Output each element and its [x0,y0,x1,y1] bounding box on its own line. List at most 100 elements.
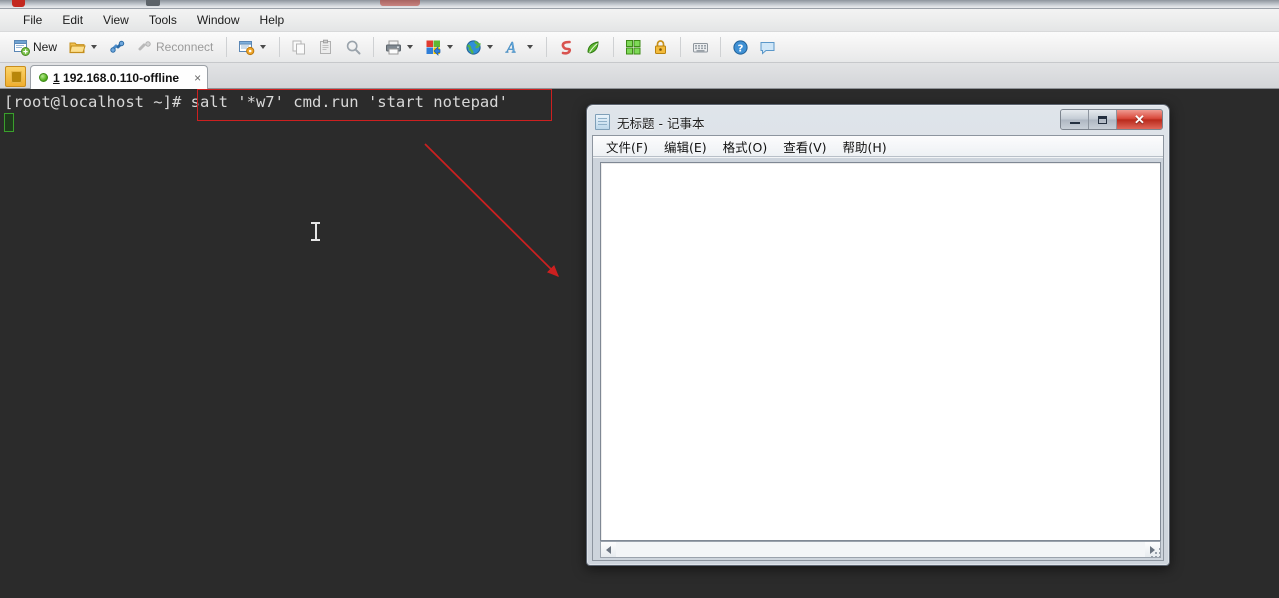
reconnect-button: Reconnect [131,35,220,60]
connect-button[interactable] [104,35,131,60]
notepad-horizontal-scrollbar[interactable] [600,541,1161,558]
new-session-button[interactable]: New [8,35,64,60]
notepad-close-button[interactable]: ✕ [1117,110,1162,129]
lock-button[interactable] [647,35,674,60]
toolbar: New Reconnect A ? [0,32,1279,63]
keymap-editor-button[interactable] [687,35,714,60]
tabbar: 1 192.168.0.110-offline × [0,63,1279,89]
maximize-icon [1098,115,1107,124]
web-browser-icon [465,39,482,56]
toolbar-separator-6 [680,37,682,57]
notepad-maximize-button[interactable] [1089,110,1117,129]
svg-text:A: A [505,40,517,56]
reconnect-icon [136,39,153,56]
help-button[interactable]: ? [727,35,754,60]
notepad-menu-help[interactable]: 帮助(H) [835,136,895,157]
tab-session-1[interactable]: 1 192.168.0.110-offline × [30,65,209,89]
menu-item-window[interactable]: Window [188,11,249,29]
open-folder-button[interactable] [64,35,104,60]
chat-icon [759,39,776,56]
chevron-left-icon [606,545,611,554]
print-icon [385,39,402,56]
outer-window-titlebar [0,0,1279,9]
menu-item-tools[interactable]: Tools [140,11,186,29]
notepad-app-icon [595,114,610,130]
find-button[interactable] [340,35,367,60]
copy-icon [291,39,308,56]
notepad-window[interactable]: 无标题 - 记事本 ✕ 文件(F) 编辑(E) 格式(O) 查看(V) 帮助(H… [586,104,1170,566]
keymap-editor-icon [692,39,709,56]
new-session-icon [13,39,30,56]
menu-item-help[interactable]: Help [251,11,294,29]
transfer-icon [425,39,442,56]
tab-title: 192.168.0.110-offline [59,70,180,85]
copy-button[interactable] [286,35,313,60]
notepad-titlebar[interactable]: 无标题 - 记事本 ✕ [592,109,1164,135]
toolbar-separator-1 [226,37,228,57]
log-session-icon [585,39,602,56]
ansi-color-button[interactable]: A [500,35,540,60]
minimize-icon [1069,121,1080,124]
toolbar-separator-4 [546,37,548,57]
notepad-minimize-button[interactable] [1061,110,1089,129]
connect-link-icon [109,39,126,56]
ansi-color-dropdown-caret[interactable] [527,45,534,49]
print-dropdown-caret[interactable] [407,45,414,49]
menubar: File Edit View Tools Window Help [0,9,1279,32]
menu-item-file[interactable]: File [14,11,51,29]
notepad-edit-region [593,158,1163,560]
web-browser-dropdown-caret[interactable] [487,45,494,49]
notepad-menu-edit[interactable]: 编辑(E) [656,136,715,157]
ansi-color-icon: A [505,39,522,56]
new-session-label: New [33,40,58,54]
notepad-menu-view[interactable]: 查看(V) [775,136,834,157]
tab-close-icon[interactable]: × [194,71,201,85]
log-session-button[interactable] [580,35,607,60]
outer-window-glyph [146,0,160,6]
toolbar-separator-2 [279,37,281,57]
notepad-menubar: 文件(F) 编辑(E) 格式(O) 查看(V) 帮助(H) [593,136,1163,157]
lock-icon [652,39,669,56]
notepad-window-controls: ✕ [1060,109,1163,130]
notepad-title: 无标题 - 记事本 [617,115,705,131]
terminal-cursor [4,113,14,132]
notepad-resize-grip[interactable] [1148,545,1161,558]
notepad-menu-format[interactable]: 格式(O) [715,136,776,157]
screen: File Edit View Tools Window Help New Rec… [0,0,1279,598]
help-icon: ? [732,39,749,56]
tile-windows-button[interactable] [620,35,647,60]
session-options-dropdown-caret[interactable] [260,45,267,49]
transfer-dropdown-caret[interactable] [447,45,454,49]
notepad-body: 文件(F) 编辑(E) 格式(O) 查看(V) 帮助(H) [592,135,1164,561]
paste-icon [318,39,335,56]
web-browser-button[interactable] [460,35,500,60]
tile-windows-icon [625,39,642,56]
toolbar-separator-3 [373,37,375,57]
tab-label: 1 192.168.0.110-offline [53,71,179,85]
tab-index: 1 [53,70,60,85]
mouse-ibeam-cursor [311,222,320,242]
scroll-left-button[interactable] [601,542,616,557]
close-icon: ✕ [1134,112,1145,127]
notepad-menu-file[interactable]: 文件(F) [598,136,656,157]
outer-window-close-hint [380,0,420,6]
paste-button[interactable] [313,35,340,60]
menu-item-view[interactable]: View [94,11,138,29]
session-options-button[interactable] [233,35,273,60]
menu-item-edit[interactable]: Edit [53,11,92,29]
toolbar-separator-7 [720,37,722,57]
tab-status-indicator-icon [39,73,48,82]
open-folder-icon [69,39,86,56]
svg-text:?: ? [738,43,744,54]
script-run-button[interactable] [553,35,580,60]
open-folder-dropdown-caret[interactable] [91,45,98,49]
chat-button[interactable] [754,35,781,60]
outer-window-app-icon [12,0,25,7]
print-button[interactable] [380,35,420,60]
script-run-icon [558,39,575,56]
session-options-icon [238,39,255,56]
notepad-text-area[interactable] [600,162,1161,541]
transfer-button[interactable] [420,35,460,60]
session-manager-icon[interactable] [5,66,26,87]
toolbar-separator-5 [613,37,615,57]
